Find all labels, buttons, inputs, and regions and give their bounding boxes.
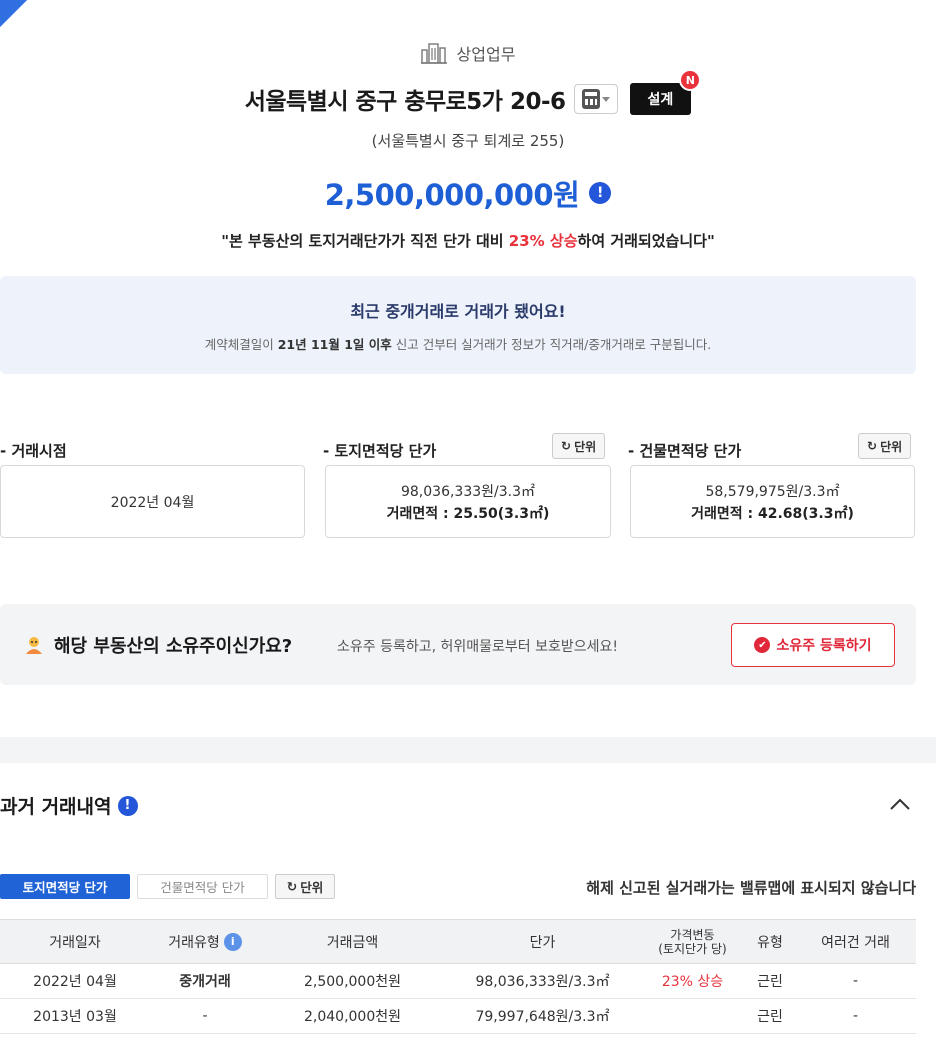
col-price-change-line1: 가격변동 bbox=[670, 927, 715, 942]
table-row[interactable]: 2013년 03월 - 2,040,000천원 79,997,648원/3.3㎡… bbox=[0, 998, 916, 1034]
deal-time-value: 2022년 04월 bbox=[110, 494, 195, 511]
history-info-icon[interactable]: ! bbox=[117, 795, 138, 816]
notice-sub-bold: 21년 11월 1일 이후 bbox=[277, 337, 392, 352]
row-multi: - bbox=[795, 963, 916, 999]
col-date: 거래일자 bbox=[0, 919, 150, 964]
person-icon bbox=[26, 637, 42, 654]
notice-subtitle: 계약체결일이 21년 11월 1일 이후 신고 건부터 실거래가 정보가 직거래… bbox=[0, 334, 916, 353]
row-unit-price: 98,036,333원/3.3㎡ bbox=[445, 963, 640, 999]
col-kind: 유형 bbox=[745, 919, 795, 964]
owner-register-label: 소유주 등록하기 bbox=[776, 638, 872, 654]
chevron-up-icon[interactable] bbox=[888, 792, 912, 816]
info-icon[interactable]: i bbox=[223, 932, 242, 951]
building-unit-toggle-button[interactable]: ↻ 단위 bbox=[858, 433, 912, 459]
notice-title: 최근 중개거래로 거래가 됐어요! bbox=[350, 302, 566, 321]
refresh-icon: ↻ bbox=[561, 439, 572, 453]
design-button-label: 설계 bbox=[647, 92, 674, 108]
owner-register-button[interactable]: ✔ 소유주 등록하기 bbox=[731, 623, 895, 667]
design-button[interactable]: 설계 N bbox=[629, 69, 702, 115]
table-header-row: 거래일자 거래유형 i 거래금액 단가 가격변동 (토지단가 당) 유형 여러건 거… bbox=[0, 919, 916, 964]
land-unit-price: 98,036,333원/3.3㎡ bbox=[400, 483, 536, 500]
row-change bbox=[640, 998, 745, 1034]
land-unit-label: - 토지면적당 단가 bbox=[323, 442, 437, 460]
category-label: 상업업무 bbox=[456, 45, 516, 64]
tab-building-unit-price[interactable]: 건물면적당 단가 bbox=[137, 874, 268, 899]
chevron-down-icon bbox=[601, 96, 610, 102]
quote-suffix: 하여 거래되었습니다" bbox=[577, 232, 715, 250]
calculator-icon bbox=[581, 89, 600, 109]
check-badge-icon: ✔ bbox=[754, 637, 771, 653]
col-type-label: 거래유형 bbox=[168, 934, 220, 951]
row-kind: 근린 bbox=[745, 963, 795, 999]
address-title: 서울특별시 중구 충무로5가 20-6 bbox=[244, 89, 566, 115]
deal-price: 2,500,000,000원 bbox=[324, 178, 580, 212]
building-icon bbox=[420, 43, 447, 64]
section-divider bbox=[0, 737, 936, 763]
address-row: 서울특별시 중구 충무로5가 20-6 설계 N bbox=[0, 69, 936, 116]
notice-sub-prefix: 계약체결일이 bbox=[204, 337, 278, 352]
unit-button-label: 단위 bbox=[880, 439, 903, 454]
owner-description: 소유주 등록하고, 허위매물로부터 보호받으세요! bbox=[337, 639, 619, 655]
land-unit-box: 98,036,333원/3.3㎡ 거래면적 : 25.50(3.3㎡) bbox=[325, 465, 611, 538]
history-header: 과거 거래내역 ! bbox=[0, 792, 138, 819]
row-type: 중개거래 bbox=[150, 963, 260, 999]
row-date: 2013년 03월 bbox=[0, 998, 150, 1034]
history-unit-toggle-button[interactable]: ↻ 단위 bbox=[275, 874, 335, 899]
brokerage-notice: 최근 중개거래로 거래가 됐어요! 계약체결일이 21년 11월 1일 이후 신… bbox=[0, 276, 916, 374]
price-row: 2,500,000,000원 ! bbox=[0, 172, 936, 214]
row-amount: 2,040,000천원 bbox=[260, 998, 445, 1034]
new-badge: N bbox=[679, 69, 702, 91]
col-price-change: 가격변동 (토지단가 당) bbox=[640, 919, 745, 964]
deal-time-label: - 거래시점 bbox=[0, 442, 67, 460]
building-unit-price: 58,579,975원/3.3㎡ bbox=[705, 483, 840, 500]
owner-register-banner: 해당 부동산의 소유주이신가요? 소유주 등록하고, 허위매물로부터 보호받으세… bbox=[0, 604, 916, 685]
refresh-icon: ↻ bbox=[867, 439, 878, 453]
row-amount: 2,500,000천원 bbox=[260, 963, 445, 999]
land-deal-area: 거래면적 : 25.50(3.3㎡) bbox=[386, 505, 550, 522]
notice-sub-suffix: 신고 건부터 실거래가 정보가 직거래/중개거래로 구분됩니다. bbox=[391, 337, 712, 352]
refresh-icon: ↻ bbox=[286, 879, 298, 894]
deal-time-box: 2022년 04월 bbox=[0, 465, 305, 538]
history-note: 해제 신고된 실거래가는 밸류맵에 표시되지 않습니다 bbox=[586, 879, 916, 897]
row-change: 23% 상승 bbox=[640, 963, 745, 999]
building-deal-area: 거래면적 : 42.68(3.3㎡) bbox=[691, 505, 854, 522]
row-kind: 근린 bbox=[745, 998, 795, 1034]
row-date: 2022년 04월 bbox=[0, 963, 150, 999]
unit-button-label: 단위 bbox=[300, 880, 324, 895]
category-row: 상업업무 bbox=[0, 41, 936, 65]
row-type: - bbox=[150, 998, 260, 1034]
price-change-quote: "본 부동산의 토지거래단가가 직전 단가 대비 23% 상승하여 거래되었습니… bbox=[0, 230, 936, 251]
row-multi: - bbox=[795, 998, 916, 1034]
quote-highlight: 23% 상승 bbox=[508, 232, 578, 250]
table-row[interactable]: 2022년 04월 중개거래 2,500,000천원 98,036,333원/3… bbox=[0, 963, 916, 999]
col-unit-price: 단가 bbox=[445, 919, 640, 964]
col-multi: 여러건 거래 bbox=[795, 919, 916, 964]
col-type: 거래유형 i bbox=[150, 919, 260, 964]
tab-land-unit-price[interactable]: 토지면적당 단가 bbox=[0, 874, 130, 899]
quote-prefix: "본 부동산의 토지거래단가가 직전 단가 대비 bbox=[221, 232, 509, 250]
unit-button-label: 단위 bbox=[574, 439, 597, 454]
history-title: 과거 거래내역 bbox=[0, 796, 112, 818]
price-info-icon[interactable]: ! bbox=[589, 182, 612, 204]
building-unit-box: 58,579,975원/3.3㎡ 거래면적 : 42.68(3.3㎡) bbox=[630, 465, 915, 538]
building-unit-label: - 건물면적당 단가 bbox=[628, 442, 742, 460]
road-address: (서울특별시 중구 퇴계로 255) bbox=[371, 132, 565, 150]
col-price-change-line2: (토지단가 당) bbox=[658, 941, 727, 956]
col-amount: 거래금액 bbox=[260, 919, 445, 964]
row-unit-price: 79,997,648원/3.3㎡ bbox=[445, 998, 640, 1034]
history-table: 거래일자 거래유형 i 거래금액 단가 가격변동 (토지단가 당) 유형 여러건 거… bbox=[0, 919, 916, 1034]
corner-ribbon bbox=[0, 0, 50, 41]
land-unit-toggle-button[interactable]: ↻ 단위 bbox=[552, 433, 606, 459]
owner-question: 해당 부동산의 소유주이신가요? bbox=[54, 636, 293, 657]
calculator-button[interactable] bbox=[573, 84, 618, 114]
